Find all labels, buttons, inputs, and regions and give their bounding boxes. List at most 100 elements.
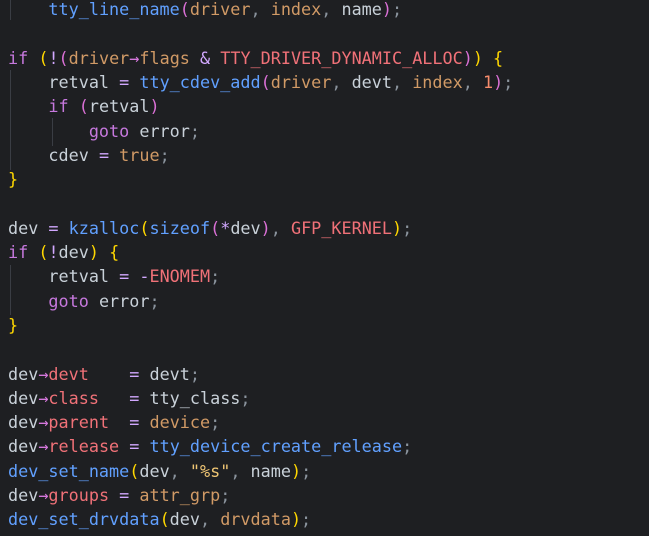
- code-token: driver: [189, 0, 251, 19]
- code-line[interactable]: dev = kzalloc(sizeof(*dev), GFP_KERNEL);: [8, 216, 412, 240]
- code-token: →: [38, 412, 49, 433]
- code-token: =: [129, 363, 140, 384]
- code-token: ): [493, 71, 504, 92]
- code-token: (: [38, 47, 49, 68]
- code-token: dev: [8, 412, 39, 433]
- code-line[interactable]: if (retval): [8, 94, 160, 118]
- code-token: =: [129, 387, 140, 408]
- code-token: ;: [189, 120, 200, 141]
- code-token: dev: [8, 363, 39, 384]
- code-line[interactable]: retval = tty_cdev_add(driver, devt, inde…: [8, 70, 513, 94]
- code-token: ,: [270, 217, 291, 238]
- code-line[interactable]: retval = -ENOMEM;: [8, 264, 220, 288]
- code-token: sizeof: [149, 217, 211, 238]
- code-token: {: [109, 242, 120, 262]
- code-token: (: [78, 96, 89, 117]
- code-token: tty_line_name: [48, 0, 180, 19]
- code-token: dev_set_name: [8, 460, 130, 481]
- code-line[interactable]: dev→devt = devt;: [8, 362, 200, 386]
- code-token: !: [48, 47, 59, 68]
- code-token: (: [260, 71, 271, 92]
- code-token: true: [119, 144, 160, 165]
- code-token: driver: [68, 47, 130, 68]
- code-line[interactable]: }: [8, 167, 18, 191]
- code-token: =: [119, 266, 130, 287]
- code-token: =: [129, 412, 140, 433]
- code-line[interactable]: dev→groups = attr_grp;: [8, 483, 230, 507]
- code-line[interactable]: dev→class = tty_class;: [8, 386, 251, 410]
- code-token: ,: [169, 460, 190, 481]
- code-line[interactable]: dev_set_name(dev, "%s", name);: [8, 459, 311, 483]
- code-token: ,: [462, 71, 483, 92]
- code-token: dev: [230, 217, 261, 238]
- code-token: ,: [321, 0, 342, 19]
- code-token: (: [129, 460, 140, 481]
- code-token: dev: [169, 509, 200, 530]
- code-line[interactable]: }: [8, 313, 18, 337]
- code-token: ,: [230, 460, 251, 481]
- code-line[interactable]: dev→parent = device;: [8, 410, 220, 434]
- code-token: (: [38, 242, 49, 262]
- code-token: ): [260, 217, 271, 238]
- code-token: retval: [8, 266, 120, 287]
- code-line[interactable]: if (!dev) {: [8, 240, 119, 264]
- code-token: ): [290, 509, 302, 530]
- code-line[interactable]: dev→release = tty_device_create_release;: [8, 434, 412, 458]
- code-token: ;: [392, 0, 403, 19]
- code-token: =: [119, 485, 130, 505]
- code-line[interactable]: if (!(driver→flags & TTY_DRIVER_DYNAMIC_…: [8, 46, 503, 70]
- code-token: ): [149, 96, 160, 117]
- code-token: goto: [88, 120, 130, 141]
- code-line[interactable]: goto error;: [8, 289, 160, 313]
- code-line[interactable]: goto error;: [8, 119, 200, 143]
- code-line[interactable]: cdev = true;: [8, 143, 169, 167]
- code-token: error: [129, 120, 190, 141]
- code-token: ;: [402, 217, 413, 238]
- code-token: index: [412, 71, 463, 92]
- code-token: cdev: [8, 144, 99, 165]
- code-token: =: [48, 217, 59, 238]
- code-token: groups: [48, 485, 110, 505]
- code-token: name: [250, 460, 291, 481]
- code-editor[interactable]: tty_line_name(driver, index, name); if (!…: [0, 0, 649, 536]
- code-token: (: [139, 217, 150, 238]
- code-token: {: [493, 47, 504, 68]
- code-token: error: [88, 290, 150, 311]
- code-token: GFP_KERNEL: [290, 217, 393, 238]
- code-token: ): [472, 47, 483, 68]
- code-token: ;: [149, 290, 160, 311]
- code-token: ): [88, 242, 99, 262]
- code-token: *: [220, 217, 231, 238]
- indent-guide: [10, 0, 11, 20]
- code-token: (: [58, 47, 69, 68]
- code-token: ;: [301, 509, 312, 530]
- code-token: device: [149, 412, 211, 433]
- code-token: ,: [250, 0, 271, 19]
- indent-guide: [52, 118, 53, 146]
- code-token: parent: [48, 412, 110, 433]
- code-token: attr_grp: [139, 485, 221, 505]
- code-token: ,: [391, 71, 413, 92]
- code-line[interactable]: dev_set_drvdata(dev, drvdata);: [8, 507, 311, 531]
- code-line[interactable]: tty_line_name(driver, index, name);: [8, 0, 402, 21]
- code-token: ): [462, 47, 473, 68]
- code-token: ;: [503, 71, 514, 92]
- code-token: ;: [189, 363, 201, 384]
- code-token: (: [179, 0, 190, 19]
- code-token: }: [8, 169, 19, 190]
- code-token: retval: [88, 96, 150, 117]
- code-token: 1: [482, 71, 494, 92]
